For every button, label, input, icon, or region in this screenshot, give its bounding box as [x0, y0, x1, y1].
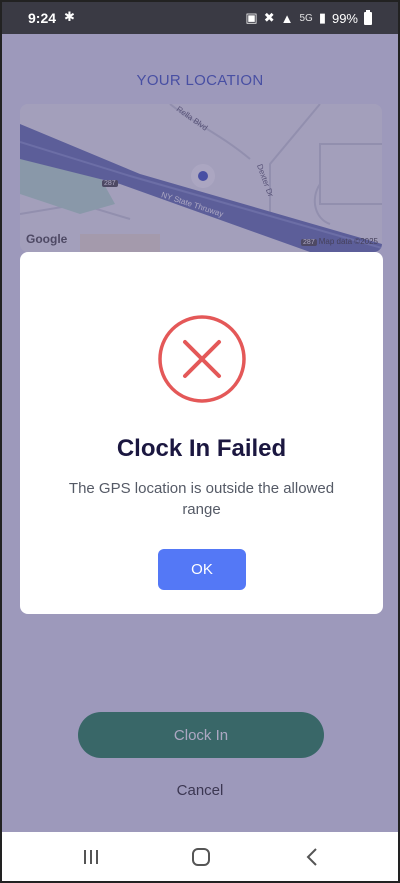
- ok-button[interactable]: OK: [158, 549, 246, 590]
- dialog-message: The GPS location is outside the allowed …: [68, 480, 335, 518]
- error-x-icon: [158, 315, 246, 403]
- error-dialog: Clock In Failed The GPS location is outs…: [20, 252, 383, 614]
- wifi-icon: ▲: [280, 10, 294, 26]
- status-time: 9:24: [28, 10, 57, 26]
- status-icons: ▣ ✖ ▲ 5G ▮ 99%: [245, 9, 372, 26]
- status-bar: 9:24 ✱ ▣ ✖ ▲ 5G ▮ 99%: [2, 2, 398, 34]
- dialog-title: Clock In Failed: [116, 435, 287, 462]
- signal-icon: ▮: [318, 10, 326, 25]
- battery-icon: [364, 9, 372, 25]
- mute-icon: ✖: [263, 10, 275, 25]
- network-type: 5G: [299, 12, 313, 24]
- system-nav-bar: [2, 832, 398, 881]
- sim-icon: ▣: [245, 10, 258, 25]
- home-icon[interactable]: [189, 846, 213, 868]
- accessibility-icon: ✱: [64, 9, 75, 24]
- recent-apps-icon[interactable]: [79, 846, 103, 868]
- back-icon[interactable]: [300, 846, 324, 868]
- phone-frame: 9:24 ✱ ▣ ✖ ▲ 5G ▮ 99% YOUR LOCATION Rell…: [0, 0, 400, 883]
- battery-percent: 99%: [331, 10, 358, 26]
